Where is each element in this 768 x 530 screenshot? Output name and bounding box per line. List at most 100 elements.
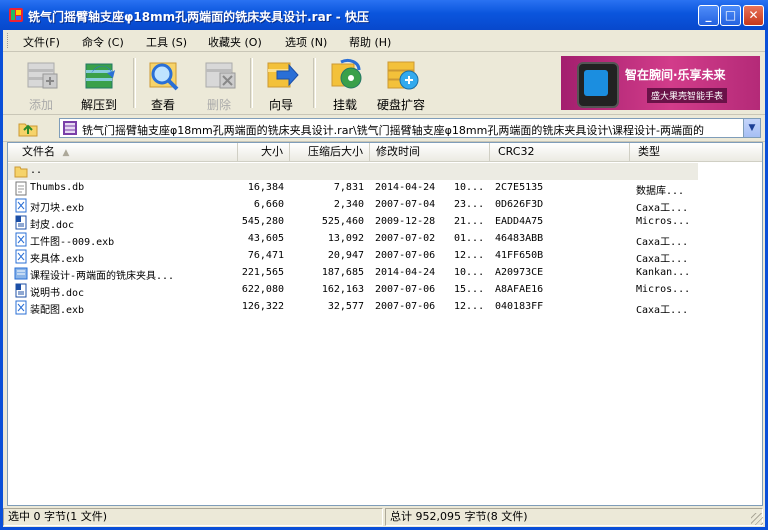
wizard-icon bbox=[267, 62, 299, 88]
file-crc: A8AFAE16 bbox=[495, 284, 544, 295]
file-type: Caxa工... bbox=[636, 254, 689, 264]
file-packed-size: 7,831 bbox=[333, 182, 364, 193]
file-packed-size: 13,092 bbox=[327, 233, 364, 244]
add-label: 添加 bbox=[28, 98, 53, 112]
file-packed-size: 525,460 bbox=[321, 216, 364, 227]
menu-favorites[interactable]: 收藏夹 (O) bbox=[208, 34, 262, 50]
parent-folder-row[interactable]: .. bbox=[8, 163, 698, 180]
up-folder-icon[interactable] bbox=[17, 119, 39, 137]
file-crc: A20973CE bbox=[495, 267, 544, 278]
file-crc: 41FF650B bbox=[495, 250, 544, 261]
file-size: 6,660 bbox=[253, 199, 284, 210]
file-crc: 46483ABB bbox=[495, 233, 544, 244]
folder-icon bbox=[14, 166, 28, 178]
view-icon bbox=[149, 62, 179, 91]
col-type[interactable]: 类型 bbox=[630, 143, 762, 161]
file-crc: 040183FF bbox=[495, 301, 544, 312]
file-time: 10... bbox=[454, 267, 485, 278]
file-size: 622,080 bbox=[241, 284, 284, 295]
path-field[interactable]: 铣气门摇臂轴支座φ18mm孔两端面的铣床夹具设计.rar\铣气门摇臂轴支座φ18… bbox=[59, 118, 761, 138]
col-name[interactable]: 文件名 ▲ bbox=[8, 143, 238, 161]
disk-expand-icon bbox=[387, 61, 419, 90]
disk-expand-button[interactable]: 硬盘扩容 bbox=[371, 56, 431, 112]
file-row[interactable]: 对刀块.exb 6,660 2,340 2007-07-04 23... 0D626F3D… bbox=[8, 197, 698, 214]
file-size: 545,280 bbox=[241, 216, 284, 227]
close-button[interactable]: ✕ bbox=[743, 5, 764, 26]
file-date: 2007-07-06 bbox=[375, 301, 436, 312]
file-row[interactable]: 夹具体.exb 76,471 20,947 2007-07-06 12... 41FF65… bbox=[8, 248, 698, 265]
minimize-button[interactable]: _ bbox=[698, 5, 719, 26]
file-time: 23... bbox=[454, 199, 485, 210]
file-list[interactable]: 文件名 ▲ 大小 压缩后大小 修改时间 CRC32 类型 .. Thumbs.d… bbox=[7, 142, 763, 506]
doc-file-icon bbox=[15, 215, 27, 230]
file-packed-size: 187,685 bbox=[321, 267, 364, 278]
file-row[interactable]: 课程设计-两端面的铣床夹具... 221,565 187,685 2014-04-24… bbox=[8, 265, 698, 282]
file-name: Thumbs.db bbox=[30, 182, 85, 193]
file-packed-size: 32,577 bbox=[327, 301, 364, 312]
file-size: 221,565 bbox=[241, 267, 284, 278]
file-row[interactable]: 说明书.doc 622,080 162,163 2007-07-06 15... A8AF… bbox=[8, 282, 698, 299]
file-type: Caxa工... bbox=[636, 203, 689, 213]
menu-tools[interactable]: 工具 (S) bbox=[146, 34, 187, 50]
delete-button[interactable]: 删除 bbox=[189, 56, 249, 112]
file-name: 封皮.doc bbox=[30, 220, 75, 230]
file-name: 课程设计-两端面的铣床夹具... bbox=[30, 271, 175, 281]
file-name: 夹具体.exb bbox=[30, 254, 85, 264]
menu-file[interactable]: 文件(F) bbox=[23, 34, 60, 50]
file-row[interactable]: 工件图--009.exb 43,605 13,092 2007-07-02 01... 4… bbox=[8, 231, 698, 248]
menu-grip bbox=[7, 33, 11, 48]
col-name-label: 文件名 bbox=[22, 145, 55, 158]
status-selected: 选中 0 字节(1 文件) bbox=[3, 508, 383, 526]
menu-bar: 文件(F) 命令 (C) 工具 (S) 收藏夹 (O) 选项 (N) 帮助 (H… bbox=[3, 30, 765, 52]
delete-icon bbox=[205, 62, 236, 89]
view-button[interactable]: 查看 bbox=[133, 56, 193, 112]
file-date: 2014-04-24 bbox=[375, 267, 436, 278]
title-bar[interactable]: 铣气门摇臂轴支座φ18mm孔两端面的铣床夹具设计.rar - 快压 _ □ ✕ bbox=[0, 0, 768, 30]
address-bar: 铣气门摇臂轴支座φ18mm孔两端面的铣床夹具设计.rar\铣气门摇臂轴支座φ18… bbox=[3, 115, 765, 142]
wizard-button[interactable]: 向导 bbox=[251, 56, 311, 112]
file-row[interactable]: 装配图.exb 126,322 32,577 2007-07-06 12... 04018… bbox=[8, 299, 698, 316]
file-name: 装配图.exb bbox=[30, 305, 85, 315]
file-time: 01... bbox=[454, 233, 485, 244]
status-bar: 选中 0 字节(1 文件) 总计 952,095 字节(8 文件) bbox=[3, 506, 765, 527]
file-time: 15... bbox=[454, 284, 485, 295]
extract-icon bbox=[85, 63, 115, 89]
db-file-icon bbox=[15, 181, 27, 196]
file-size: 16,384 bbox=[247, 182, 284, 193]
extract-to-label: 解压到 bbox=[80, 98, 117, 112]
file-name: 说明书.doc bbox=[30, 288, 85, 298]
menu-command[interactable]: 命令 (C) bbox=[82, 34, 124, 50]
resize-grip[interactable] bbox=[751, 513, 763, 525]
file-size: 76,471 bbox=[247, 250, 284, 261]
file-type: Micros... bbox=[636, 216, 691, 227]
app-window: 铣气门摇臂轴支座φ18mm孔两端面的铣床夹具设计.rar - 快压 _ □ ✕ … bbox=[0, 0, 768, 530]
path-dropdown-icon[interactable]: ▼ bbox=[743, 119, 760, 137]
col-size[interactable]: 大小 bbox=[238, 143, 290, 161]
add-button[interactable]: 添加 bbox=[11, 56, 71, 112]
file-row[interactable]: 封皮.doc 545,280 525,460 2009-12-28 21... EADD4… bbox=[8, 214, 698, 231]
col-crc[interactable]: CRC32 bbox=[490, 143, 630, 161]
delete-label: 删除 bbox=[206, 98, 231, 112]
file-date: 2007-07-02 bbox=[375, 233, 436, 244]
mount-icon bbox=[331, 58, 362, 89]
disk-expand-label: 硬盘扩容 bbox=[376, 98, 425, 112]
kankan-file-icon bbox=[14, 267, 28, 280]
col-packed[interactable]: 压缩后大小 bbox=[290, 143, 370, 161]
mount-label: 挂载 bbox=[332, 98, 357, 112]
file-row[interactable]: Thumbs.db 16,384 7,831 2014-04-24 10... 2C7E5… bbox=[8, 180, 698, 197]
extract-to-button[interactable]: 解压到 bbox=[69, 56, 129, 112]
file-date: 2007-07-06 bbox=[375, 250, 436, 261]
ad-banner[interactable]: 智在腕间·乐享未来 盛大果壳智能手表 bbox=[561, 56, 760, 110]
file-date: 2007-07-06 bbox=[375, 284, 436, 295]
menu-help[interactable]: 帮助 (H) bbox=[349, 34, 391, 50]
menu-options[interactable]: 选项 (N) bbox=[285, 34, 327, 50]
maximize-button[interactable]: □ bbox=[720, 5, 741, 26]
file-time: 12... bbox=[454, 301, 485, 312]
view-label: 查看 bbox=[150, 98, 175, 112]
exb-file-icon bbox=[15, 198, 27, 213]
file-name: 工件图--009.exb bbox=[30, 237, 115, 247]
file-time: 10... bbox=[454, 182, 485, 193]
file-crc: 0D626F3D bbox=[495, 199, 544, 210]
col-modified[interactable]: 修改时间 bbox=[370, 143, 490, 161]
mount-button[interactable]: 挂载 bbox=[315, 56, 375, 112]
